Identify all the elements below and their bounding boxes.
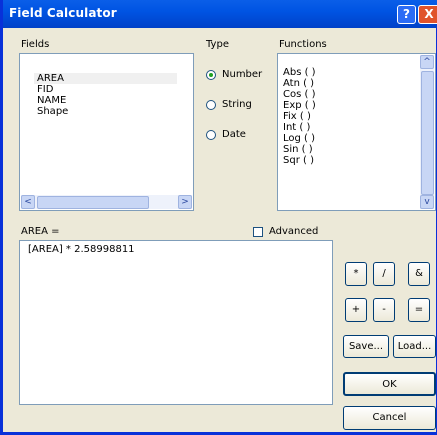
scroll-left-button[interactable]: < — [21, 195, 35, 209]
function-item-sqr[interactable]: Sqr ( ) — [280, 155, 316, 166]
field-item-shape[interactable]: Shape — [34, 106, 177, 117]
field-item-fid[interactable]: FID — [34, 84, 177, 95]
type-number-label[interactable]: Number — [222, 69, 262, 80]
function-item-log[interactable]: Log ( ) — [280, 133, 316, 144]
scroll-down-button[interactable]: v — [420, 195, 434, 209]
fields-horizontal-scrollbar[interactable]: < > — [21, 195, 192, 209]
scroll-right-button[interactable]: > — [178, 195, 192, 209]
subtract-button[interactable]: - — [373, 298, 395, 322]
divide-button[interactable]: / — [373, 262, 395, 286]
scroll-up-button[interactable]: ^ — [420, 55, 434, 69]
type-date-radio[interactable] — [206, 130, 216, 140]
type-number-radio[interactable] — [206, 70, 216, 80]
save-button[interactable]: Save... — [343, 335, 389, 358]
functions-scroll-thumb[interactable] — [421, 71, 434, 195]
help-button[interactable]: ? — [397, 5, 416, 24]
function-item-sin[interactable]: Sin ( ) — [280, 144, 316, 155]
function-item-int[interactable]: Int ( ) — [280, 122, 316, 133]
expression-textarea[interactable]: [AREA] * 2.58998811 — [19, 240, 333, 405]
functions-vertical-scrollbar[interactable]: ^ v — [420, 55, 434, 209]
type-label: Type — [206, 39, 229, 50]
advanced-label[interactable]: Advanced — [269, 226, 318, 237]
function-item-exp[interactable]: Exp ( ) — [280, 100, 316, 111]
advanced-checkbox[interactable] — [253, 227, 263, 237]
concatenate-button[interactable]: & — [408, 262, 430, 286]
help-icon: ? — [403, 7, 410, 21]
field-calculator-window: Field Calculator ? X Fields AREA FID NAM… — [0, 0, 437, 435]
type-string-radio[interactable] — [206, 100, 216, 110]
ok-button[interactable]: OK — [343, 372, 436, 396]
functions-items: Abs ( ) Atn ( ) Cos ( ) Exp ( ) Fix ( ) … — [280, 67, 316, 166]
field-item-name[interactable]: NAME — [34, 95, 177, 106]
close-button[interactable]: X — [418, 5, 437, 24]
chevron-down-icon: v — [424, 197, 430, 207]
function-item-cos[interactable]: Cos ( ) — [280, 89, 316, 100]
cancel-button[interactable]: Cancel — [343, 406, 436, 430]
type-string-label[interactable]: String — [222, 99, 252, 110]
fields-items: AREA FID NAME Shape — [34, 73, 177, 117]
fields-label: Fields — [21, 39, 50, 50]
close-icon: X — [424, 7, 434, 21]
function-item-abs[interactable]: Abs ( ) — [280, 67, 316, 78]
field-item-area[interactable]: AREA — [34, 73, 177, 84]
chevron-up-icon: ^ — [423, 57, 431, 67]
chevron-left-icon: < — [24, 197, 32, 207]
fields-list[interactable]: AREA FID NAME Shape < > — [19, 53, 194, 211]
window-title: Field Calculator — [9, 6, 117, 20]
functions-label: Functions — [279, 39, 327, 50]
chevron-right-icon: > — [181, 197, 189, 207]
add-button[interactable]: + — [345, 298, 367, 322]
fields-scroll-thumb[interactable] — [37, 196, 149, 209]
type-date-label[interactable]: Date — [222, 129, 246, 140]
expression-text: [AREA] * 2.58998811 — [28, 244, 135, 255]
load-button[interactable]: Load... — [393, 335, 436, 358]
functions-list[interactable]: Abs ( ) Atn ( ) Cos ( ) Exp ( ) Fix ( ) … — [277, 53, 436, 211]
expression-label: AREA = — [21, 226, 60, 237]
equals-button[interactable]: = — [408, 298, 430, 322]
title-bar[interactable]: Field Calculator ? X — [3, 0, 437, 28]
function-item-atn[interactable]: Atn ( ) — [280, 78, 316, 89]
function-item-fix[interactable]: Fix ( ) — [280, 111, 316, 122]
multiply-button[interactable]: * — [345, 262, 367, 286]
